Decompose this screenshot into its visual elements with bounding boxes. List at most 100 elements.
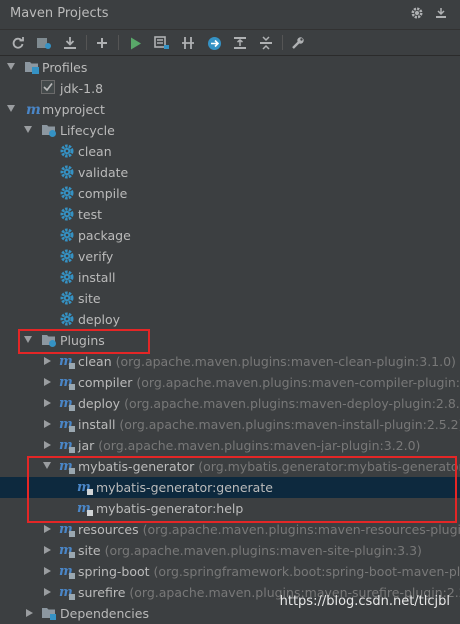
lifecycle-goal-test[interactable]: test <box>0 204 460 225</box>
plugin-name: install <box>78 417 116 432</box>
goal-label: deploy <box>78 312 121 327</box>
goal-label: test <box>78 207 103 222</box>
dependencies-label: Dependencies <box>60 606 149 621</box>
plugin-name: clean <box>78 354 112 369</box>
gear-icon[interactable] <box>409 5 425 21</box>
lifecycle-goal-compile[interactable]: compile <box>0 183 460 204</box>
plugin-icon: m <box>59 584 75 600</box>
lifecycle-goal-site[interactable]: site <box>0 288 460 309</box>
profile-label: jdk-1.8 <box>60 81 104 96</box>
expand-arrow-icon[interactable] <box>44 567 51 575</box>
plugin-site[interactable]: m site (org.apache.maven.plugins:maven-s… <box>0 540 460 561</box>
svg-text:m: m <box>26 102 40 117</box>
plugin-name: deploy <box>78 396 121 411</box>
gear-icon <box>59 227 75 243</box>
expand-arrow-icon[interactable] <box>44 546 51 554</box>
goal-label: package <box>78 228 131 243</box>
plugin-deploy[interactable]: m deploy (org.apache.maven.plugins:maven… <box>0 393 460 414</box>
plugin-clean[interactable]: m clean (org.apache.maven.plugins:maven-… <box>0 351 460 372</box>
add-icon[interactable] <box>93 34 111 52</box>
project-label: myproject <box>42 102 105 117</box>
gear-icon <box>59 311 75 327</box>
annotation-box-mybatis <box>27 456 457 523</box>
lifecycle-goal-validate[interactable]: validate <box>0 162 460 183</box>
expand-arrow-icon[interactable] <box>44 441 51 449</box>
dependencies-folder-icon <box>41 605 57 621</box>
plugin-name: surefire <box>78 585 126 600</box>
plugin-coordinates: (org.apache.maven.plugins:maven-resource… <box>142 522 460 537</box>
plugin-name: compiler <box>78 375 133 390</box>
gear-icon <box>59 164 75 180</box>
expand-arrow-icon[interactable] <box>7 105 15 112</box>
reimport-icon[interactable] <box>9 34 27 52</box>
lifecycle-label: Lifecycle <box>60 123 115 138</box>
execute-goal-icon[interactable] <box>153 34 171 52</box>
plugin-install[interactable]: m install (org.apache.maven.plugins:mave… <box>0 414 460 435</box>
plugin-coordinates: (org.apache.maven.plugins:maven-deploy-p… <box>124 396 460 411</box>
plugin-coordinates: (org.springframework.boot:spring-boot-ma… <box>153 564 460 579</box>
plugin-icon: m <box>59 395 75 411</box>
plugin-coordinates: (org.apache.maven.plugins:maven-jar-plug… <box>98 438 421 453</box>
expand-arrow-icon[interactable] <box>26 609 33 617</box>
expand-arrow-icon[interactable] <box>44 357 51 365</box>
checkbox-checked-icon[interactable] <box>41 80 57 96</box>
profile-item[interactable]: jdk-1.8 <box>0 78 460 99</box>
goal-label: verify <box>78 249 114 264</box>
plugin-coordinates: (org.apache.maven.plugins:maven-clean-pl… <box>115 354 456 369</box>
gear-icon <box>59 185 75 201</box>
tree-node-label: Profiles <box>42 60 88 75</box>
expand-arrow-icon[interactable] <box>44 378 51 386</box>
tree-node-profiles[interactable]: Profiles <box>0 57 460 78</box>
plugin-coordinates: (org.apache.maven.plugins:maven-site-plu… <box>104 543 422 558</box>
watermark-text: https://blog.csdn.net/tlcjbl <box>279 594 450 609</box>
goal-label: validate <box>78 165 129 180</box>
goal-label: install <box>78 270 116 285</box>
gear-icon <box>59 269 75 285</box>
lifecycle-goal-clean[interactable]: clean <box>0 141 460 162</box>
goal-label: clean <box>78 144 112 159</box>
expand-arrow-icon[interactable] <box>44 420 51 428</box>
show-dependencies-icon[interactable] <box>231 34 249 52</box>
skip-tests-icon[interactable] <box>205 34 223 52</box>
expand-arrow-icon[interactable] <box>7 63 15 70</box>
lifecycle-goal-deploy[interactable]: deploy <box>0 309 460 330</box>
plugin-icon: m <box>59 353 75 369</box>
lifecycle-folder-icon <box>41 122 57 138</box>
panel-header: Maven Projects <box>0 0 460 30</box>
plugin-icon: m <box>59 416 75 432</box>
collapse-all-icon[interactable] <box>257 34 275 52</box>
plugin-name: resources <box>78 522 139 537</box>
plugin-icon: m <box>59 542 75 558</box>
tree-node-project[interactable]: m myproject <box>0 99 460 120</box>
generate-sources-icon[interactable] <box>35 34 53 52</box>
expand-arrow-icon[interactable] <box>44 588 51 596</box>
plugin-icon: m <box>59 437 75 453</box>
goal-label: site <box>78 291 101 306</box>
run-icon[interactable] <box>127 34 145 52</box>
expand-arrow-icon[interactable] <box>44 525 51 533</box>
minimize-icon[interactable] <box>433 5 449 21</box>
lifecycle-goal-verify[interactable]: verify <box>0 246 460 267</box>
plugin-compiler[interactable]: m compiler (org.apache.maven.plugins:mav… <box>0 372 460 393</box>
expand-arrow-icon[interactable] <box>24 126 32 133</box>
download-icon[interactable] <box>61 34 79 52</box>
plugin-jar[interactable]: m jar (org.apache.maven.plugins:maven-ja… <box>0 435 460 456</box>
plugin-name: site <box>78 543 101 558</box>
plugin-spring-boot[interactable]: m spring-boot (org.springframework.boot:… <box>0 561 460 582</box>
tree-node-lifecycle[interactable]: Lifecycle <box>0 120 460 141</box>
toggle-offline-icon[interactable] <box>179 34 197 52</box>
plugin-name: jar <box>78 438 95 453</box>
lifecycle-goal-package[interactable]: package <box>0 225 460 246</box>
panel-title: Maven Projects <box>10 6 109 21</box>
toolbar <box>0 30 460 56</box>
profiles-folder-icon <box>24 59 40 75</box>
settings-icon[interactable] <box>289 34 307 52</box>
gear-icon <box>59 206 75 222</box>
expand-arrow-icon[interactable] <box>44 399 51 407</box>
gear-icon <box>59 248 75 264</box>
plugin-coordinates: (org.apache.maven.plugins:maven-install-… <box>119 417 460 432</box>
lifecycle-goal-install[interactable]: install <box>0 267 460 288</box>
maven-project-icon: m <box>24 101 41 118</box>
plugin-coordinates: (org.apache.maven.plugins:maven-compiler… <box>136 375 460 390</box>
plugin-icon: m <box>59 374 75 390</box>
